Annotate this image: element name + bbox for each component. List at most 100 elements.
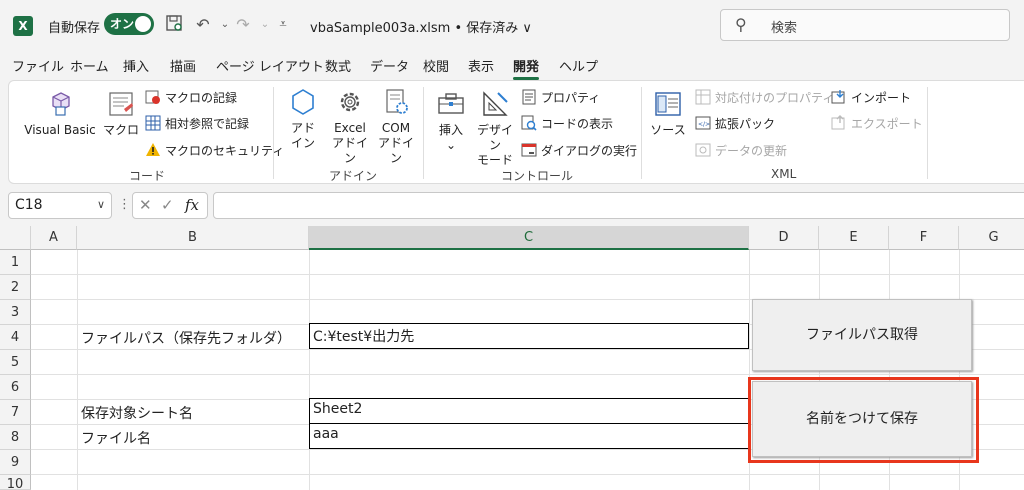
group-separator xyxy=(927,87,928,179)
column-header-e[interactable]: E xyxy=(819,226,889,250)
cell-c8[interactable]: aaa xyxy=(309,423,749,449)
expansion-packs-button[interactable]: </> 拡張パック xyxy=(695,114,775,132)
row-header-10[interactable]: 10 xyxy=(0,475,31,490)
properties-button[interactable]: プロパティ xyxy=(521,88,600,106)
formula-input[interactable] xyxy=(213,192,1024,219)
group-separator xyxy=(423,87,424,179)
map-properties-button[interactable]: 対応付けのプロパティ xyxy=(695,88,834,106)
column-header-b[interactable]: B xyxy=(77,226,309,250)
visual-basic-icon xyxy=(52,92,70,116)
insert-control-dropdown-icon: ⌄ xyxy=(445,138,457,152)
svg-text:</>: </> xyxy=(698,121,710,128)
insert-function-icon[interactable]: fx xyxy=(185,196,199,214)
xml-source-icon xyxy=(655,92,681,116)
undo-icon[interactable]: ↶ xyxy=(192,14,214,36)
excel-addins-button[interactable]: Excel アドイン xyxy=(327,87,373,166)
tab-file[interactable]: ファイル xyxy=(12,56,64,75)
row-header-3[interactable]: 3 xyxy=(0,300,31,325)
import-button[interactable]: インポート xyxy=(831,88,911,106)
cell-b4[interactable]: ファイルパス（保存先フォルダ） xyxy=(81,328,291,348)
column-header-d[interactable]: D xyxy=(749,226,819,250)
enter-icon[interactable]: ✓ xyxy=(161,196,174,214)
cancel-icon[interactable]: ✕ xyxy=(139,196,152,214)
refresh-data-label: データの更新 xyxy=(715,143,788,158)
tab-home[interactable]: ホーム xyxy=(70,56,109,75)
cell-b7[interactable]: 保存対象シート名 xyxy=(81,403,193,423)
tab-page-layout[interactable]: ページ レイアウト xyxy=(216,56,324,75)
autosave-toggle[interactable]: オン xyxy=(104,13,154,35)
macro-security-button[interactable]: マクロのセキュリティ xyxy=(145,141,284,159)
get-file-path-button[interactable]: ファイルパス取得 xyxy=(752,299,972,371)
insert-control-button[interactable]: 挿入 ⌄ xyxy=(431,89,471,153)
cell-c4[interactable]: C:¥test¥出力先 xyxy=(309,323,749,349)
column-header-f[interactable]: F xyxy=(889,226,959,250)
macros-button[interactable]: マクロ xyxy=(101,89,141,138)
run-dialog-button[interactable]: ダイアログの実行 xyxy=(521,141,637,159)
row-header-5[interactable]: 5 xyxy=(0,350,31,375)
gridline xyxy=(77,250,78,490)
cell-c7-value: Sheet2 xyxy=(313,401,363,417)
relative-reference-button[interactable]: 相対参照で記録 xyxy=(145,114,249,132)
row-header-1[interactable]: 1 xyxy=(0,250,31,275)
com-addins-label-2: アドイン xyxy=(377,136,414,165)
redo-icon[interactable]: ↷ xyxy=(232,14,254,36)
gridline xyxy=(309,250,310,490)
toolbox-icon xyxy=(438,93,464,114)
row-header-6[interactable]: 6 xyxy=(0,375,31,400)
export-icon xyxy=(831,115,845,130)
tab-help[interactable]: ヘルプ xyxy=(559,56,598,75)
search-placeholder: 検索 xyxy=(771,21,798,36)
save-icon[interactable] xyxy=(163,14,185,36)
cell-b8[interactable]: ファイル名 xyxy=(81,428,151,448)
autosave-toggle-label: オン xyxy=(110,17,135,31)
group-label-xml: XML xyxy=(771,167,797,181)
tab-review[interactable]: 校閲 xyxy=(423,56,449,75)
cell-c7[interactable]: Sheet2 xyxy=(309,398,749,424)
group-label-addins: アドイン xyxy=(329,169,378,183)
properties-icon xyxy=(522,89,536,105)
record-macro-icon xyxy=(145,90,160,104)
visual-basic-button[interactable]: Visual Basic xyxy=(23,89,97,138)
com-addins-icon xyxy=(386,89,408,114)
tab-insert[interactable]: 挿入 xyxy=(123,56,149,75)
map-properties-label: 対応付けのプロパティ xyxy=(715,90,835,105)
gridline xyxy=(31,374,1024,375)
addins-button[interactable]: アド イン xyxy=(283,87,323,151)
export-label: エクスポート xyxy=(851,116,923,131)
column-header-c[interactable]: C xyxy=(309,226,749,250)
column-header-g[interactable]: G xyxy=(959,226,1024,250)
tab-view[interactable]: 表示 xyxy=(468,56,494,75)
select-all-corner[interactable] xyxy=(0,226,31,250)
tab-formulas[interactable]: 数式 xyxy=(325,56,351,75)
tab-data[interactable]: データ xyxy=(370,56,409,75)
row-header-8[interactable]: 8 xyxy=(0,425,31,450)
more-options-icon[interactable]: ⋮ xyxy=(118,197,131,212)
group-separator xyxy=(641,87,642,179)
export-button[interactable]: エクスポート xyxy=(831,114,923,132)
name-box[interactable]: C18 ∨ xyxy=(8,192,112,219)
worksheet-grid[interactable]: A B C D E F G 1 2 3 4 5 6 7 8 9 10 ファイルパ… xyxy=(0,226,1024,490)
document-title[interactable]: vbaSample003a.xlsm • 保存済み ∨ xyxy=(310,17,532,36)
view-code-button[interactable]: コードの表示 xyxy=(521,114,613,132)
visual-basic-label: Visual Basic xyxy=(24,123,96,137)
row-header-2[interactable]: 2 xyxy=(0,275,31,300)
row-header-9[interactable]: 9 xyxy=(0,450,31,475)
com-addins-button[interactable]: COM アドイン xyxy=(373,87,419,166)
chevron-down-icon: ∨ xyxy=(96,198,105,211)
tab-draw[interactable]: 描画 xyxy=(170,56,196,75)
design-mode-button[interactable]: デザイン モード xyxy=(473,89,517,168)
refresh-data-button[interactable]: データの更新 xyxy=(695,141,787,159)
row-header-4[interactable]: 4 xyxy=(0,325,31,350)
column-header-a[interactable]: A xyxy=(31,226,77,250)
xml-source-button[interactable]: ソース xyxy=(649,89,687,138)
search-box[interactable]: ⚲ 検索 xyxy=(720,9,1010,41)
search-icon: ⚲ xyxy=(735,15,747,34)
tab-developer[interactable]: 開発 xyxy=(513,56,540,80)
customize-qat-icon[interactable]: ⩡ xyxy=(272,14,294,36)
design-mode-label-1: デザイン xyxy=(476,123,513,152)
expansion-packs-label: 拡張パック xyxy=(715,116,776,131)
row-header-7[interactable]: 7 xyxy=(0,400,31,425)
group-label-code: コード xyxy=(129,169,166,183)
record-macro-button[interactable]: マクロの記録 xyxy=(145,88,237,106)
highlight-annotation-frame xyxy=(748,377,979,463)
